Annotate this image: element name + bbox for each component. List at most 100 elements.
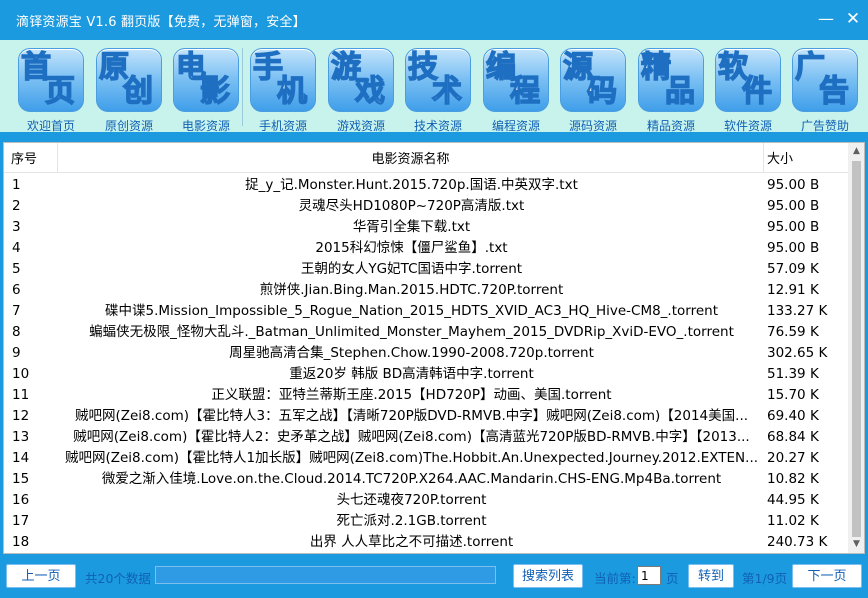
table-row[interactable]: 7 碟中谍5.Mission_Impossible_5_Rogue_Nation_…	[4, 299, 848, 320]
table-row[interactable]: 5 王朝的女人YG妃TC国语中字.torrent 57.09 K	[4, 257, 848, 278]
table-row[interactable]: 17 死亡派对.2.1GB.torrent 11.02 K	[4, 509, 848, 530]
row-file-size: 95.00 B	[767, 198, 820, 214]
row-file-size: 11.02 K	[767, 513, 819, 529]
column-header-number[interactable]: 序号	[11, 143, 57, 173]
row-file-name: 煎饼侠.Jian.Bing.Man.2015.HDTC.720P.torrent	[259, 282, 564, 298]
toolbar-label: 原创资源	[104, 119, 153, 133]
toolbar-button-original[interactable]: 原创原创资源	[94, 46, 164, 133]
toolbar-button-software[interactable]: 软件软件资源	[713, 46, 783, 133]
row-file-name: 王朝的女人YG妃TC国语中字.torrent	[300, 261, 523, 277]
row-number: 15	[12, 471, 30, 487]
toolbar-button-phone[interactable]: 手机手机资源	[248, 46, 318, 133]
toolbar-label: 广告赞助	[800, 119, 849, 133]
row-file-size: 68.84 K	[767, 429, 819, 445]
row-file-size: 51.39 K	[767, 366, 819, 382]
row-file-size: 95.00 B	[767, 177, 820, 193]
pagination-bar: 上一页 共20个数据 搜索列表 当前第: 页 转到 第1/9页 下一页	[0, 554, 868, 598]
table-row[interactable]: 2 灵魂尽头HD1080P~720P高清版.txt 95.00 B	[4, 194, 848, 215]
search-list-button[interactable]: 搜索列表	[513, 564, 583, 588]
table-row[interactable]: 3 华胥引全集下载.txt 95.00 B	[4, 215, 848, 236]
row-file-size: 95.00 B	[767, 219, 820, 235]
row-number: 12	[12, 408, 30, 424]
previous-page-button[interactable]: 上一页	[6, 564, 76, 588]
game-icon: 游戏	[328, 48, 394, 112]
row-file-name: 捉_y_记.Monster.Hunt.2015.720p.国语.中英双字.txt	[245, 177, 578, 193]
toolbar-separator	[242, 48, 243, 126]
toolbar-button-featured[interactable]: 精品精品资源	[636, 46, 706, 133]
column-header-name[interactable]: 电影资源名称	[57, 143, 764, 173]
page-suffix-label: 页	[666, 571, 679, 586]
row-file-name: 周星驰高清合集_Stephen.Chow.1990-2008.720p.torr…	[229, 345, 594, 361]
toolbar-button-code[interactable]: 编程编程资源	[481, 46, 551, 133]
toolbar-button-game[interactable]: 游戏游戏资源	[326, 46, 396, 133]
row-file-name: 华胥引全集下载.txt	[352, 219, 471, 235]
table-row[interactable]: 12 贼吧网(Zei8.com)【霍比特人3：五军之战】【清晰720P版DVD-R…	[4, 404, 848, 425]
homepage-icon: 首页	[18, 48, 84, 112]
row-file-name: 2015科幻惊悚【僵尸鲨鱼】.txt	[315, 240, 508, 256]
table-row[interactable]: 4 2015科幻惊悚【僵尸鲨鱼】.txt 95.00 B	[4, 236, 848, 257]
row-file-name: 蝙蝠侠无极限_怪物大乱斗._Batman_Unlimited_Monster_M…	[89, 324, 734, 340]
row-file-name: 贼吧网(Zei8.com)【霍比特人2：史矛革之战】贼吧网(Zei8.com)【…	[73, 429, 750, 445]
row-number: 5	[12, 261, 21, 277]
source-code-icon: 源码	[560, 48, 626, 112]
table-row[interactable]: 13 贼吧网(Zei8.com)【霍比特人2：史矛革之战】贼吧网(Zei8.com…	[4, 425, 848, 446]
toolbar-label: 手机资源	[258, 119, 307, 133]
row-number: 17	[12, 513, 30, 529]
next-page-button[interactable]: 下一页	[792, 564, 862, 588]
progress-bar	[155, 566, 496, 584]
vertical-scrollbar[interactable]: ▲ ▼	[848, 143, 864, 553]
row-file-name: 正义联盟：亚特兰蒂斯王座.2015【HD720P】动画、美国.torrent	[211, 387, 612, 403]
original-icon: 原创	[96, 48, 162, 112]
row-number: 10	[12, 366, 30, 382]
toolbar-button-movie[interactable]: 电影电影资源	[171, 46, 241, 133]
toolbar-label: 欢迎首页	[26, 119, 75, 133]
table-row[interactable]: 15 微爱之渐入佳境.Love.on.the.Cloud.2014.TC720P.…	[4, 467, 848, 488]
row-file-name: 头七还魂夜720P.torrent	[336, 492, 487, 508]
table-row[interactable]: 11 正义联盟：亚特兰蒂斯王座.2015【HD720P】动画、美国.torrent…	[4, 383, 848, 404]
page-info-text: 第1/9页	[742, 571, 788, 586]
column-header-size[interactable]: 大小	[764, 143, 848, 173]
tech-icon: 技术	[405, 48, 471, 112]
goto-page-button[interactable]: 转到	[688, 564, 734, 588]
toolbar-label: 技术资源	[413, 119, 462, 133]
page-number-input[interactable]	[637, 566, 661, 585]
row-number: 1	[12, 177, 21, 193]
toolbar-button-ad[interactable]: 广告广告赞助	[790, 46, 860, 133]
table-row[interactable]: 8 蝙蝠侠无极限_怪物大乱斗._Batman_Unlimited_Monster_…	[4, 320, 848, 341]
table-row[interactable]: 14 贼吧网(Zei8.com)【霍比特人1加长版】贼吧网(Zei8.com)Th…	[4, 446, 848, 467]
toolbar-button-source-code[interactable]: 源码源码资源	[558, 46, 628, 133]
table-row[interactable]: 16 头七还魂夜720P.torrent 44.95 K	[4, 488, 848, 509]
toolbar-button-tech[interactable]: 技术技术资源	[403, 46, 473, 133]
toolbar-button-homepage[interactable]: 首页欢迎首页	[16, 46, 86, 133]
toolbar-label: 精品资源	[646, 119, 695, 133]
scrollbar-thumb[interactable]	[852, 161, 861, 537]
row-file-name: 灵魂尽头HD1080P~720P高清版.txt	[298, 198, 525, 214]
software-icon: 软件	[715, 48, 781, 112]
table-header: 序号 电影资源名称 大小	[4, 143, 848, 173]
close-button[interactable]: ✕	[842, 8, 864, 30]
row-file-size: 95.00 B	[767, 240, 820, 256]
table-row[interactable]: 10 重返20岁 韩版 BD高清韩语中字.torrent 51.39 K	[4, 362, 848, 383]
minimize-button[interactable]: —	[815, 8, 837, 30]
window-title: 滴铎资源宝 V1.6 翻页版【免费，无弹窗，安全】	[16, 15, 306, 30]
row-file-size: 20.27 K	[767, 450, 819, 466]
row-file-name: 出界 人人草比之不可描述.torrent	[309, 534, 514, 550]
row-file-name: 重返20岁 韩版 BD高清韩语中字.torrent	[289, 366, 534, 382]
title-bar: 滴铎资源宝 V1.6 翻页版【免费，无弹窗，安全】 — ✕	[0, 0, 868, 40]
toolbar-label: 软件资源	[723, 119, 772, 133]
table-row[interactable]: 1 捉_y_记.Monster.Hunt.2015.720p.国语.中英双字.tx…	[4, 173, 848, 194]
row-file-name: 微爱之渐入佳境.Love.on.the.Cloud.2014.TC720P.X2…	[101, 471, 722, 487]
total-count-text: 共20个数据	[85, 571, 151, 586]
scroll-down-arrow-icon[interactable]: ▼	[848, 536, 864, 553]
code-icon: 编程	[483, 48, 549, 112]
table-row[interactable]: 18 出界 人人草比之不可描述.torrent 240.73 K	[4, 530, 848, 551]
ad-icon: 广告	[792, 48, 858, 112]
row-number: 18	[12, 534, 30, 550]
scroll-up-arrow-icon[interactable]: ▲	[848, 143, 864, 160]
table-row[interactable]: 6 煎饼侠.Jian.Bing.Man.2015.HDTC.720P.torren…	[4, 278, 848, 299]
row-file-size: 69.40 K	[767, 408, 819, 424]
row-number: 13	[12, 429, 30, 445]
row-number: 6	[12, 282, 21, 298]
table-row[interactable]: 9 周星驰高清合集_Stephen.Chow.1990-2008.720p.tor…	[4, 341, 848, 362]
resource-table: 序号 电影资源名称 大小 1 捉_y_记.Monster.Hunt.2015.72…	[3, 142, 865, 554]
